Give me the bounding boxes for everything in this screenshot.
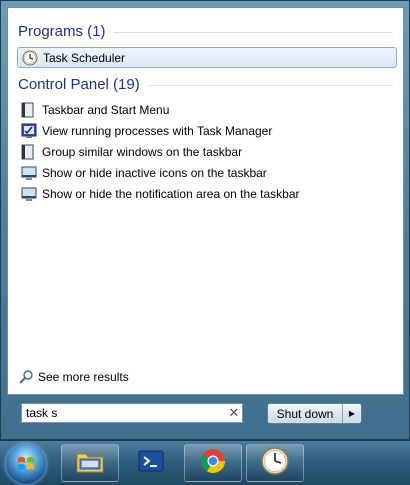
- taskbar-icon: [21, 144, 37, 160]
- magnifier-icon: [18, 369, 34, 385]
- result-label: Task Scheduler: [43, 50, 126, 65]
- taskbar: [0, 440, 410, 485]
- search-box: ✕: [21, 403, 243, 423]
- taskbar-powershell-button[interactable]: [122, 444, 180, 482]
- control-panel-header-label: Control Panel (19): [18, 76, 140, 93]
- monitor-icon: [21, 186, 37, 202]
- see-more-results-link[interactable]: See more results: [18, 369, 129, 385]
- result-label: Show or hide the notification area on th…: [42, 186, 300, 201]
- result-label: View running processes with Task Manager: [42, 123, 273, 138]
- control-panel-header: Control Panel (19): [18, 76, 393, 93]
- result-label: Taskbar and Start Menu: [42, 102, 170, 117]
- shutdown-label: Shut down: [276, 406, 334, 421]
- taskbar-explorer-button[interactable]: [61, 444, 119, 482]
- task-manager-icon: [21, 123, 37, 139]
- start-orb[interactable]: [6, 444, 46, 484]
- start-menu: Programs (1) Task Scheduler Control Pane…: [0, 0, 410, 440]
- clear-x-icon[interactable]: ✕: [226, 405, 242, 421]
- triangle-right-icon: ▶: [348, 409, 356, 418]
- see-more-label: See more results: [38, 370, 129, 384]
- search-input[interactable]: [22, 405, 226, 421]
- taskbar-task-scheduler-button[interactable]: [246, 444, 304, 482]
- programs-header: Programs (1): [18, 23, 393, 40]
- result-group-similar-windows[interactable]: Group similar windows on the taskbar: [17, 141, 397, 162]
- header-divider: [147, 85, 393, 86]
- taskbar-chrome-button[interactable]: [184, 444, 242, 482]
- result-taskbar-start-menu[interactable]: Taskbar and Start Menu: [17, 99, 397, 120]
- taskbar-icon: [21, 102, 37, 118]
- clock-icon: [260, 446, 290, 481]
- header-divider: [113, 32, 393, 33]
- shutdown-button-group: Shut down ▶: [267, 403, 362, 424]
- programs-header-label: Programs (1): [18, 23, 106, 40]
- powershell-icon: [137, 449, 165, 478]
- monitor-icon: [21, 165, 37, 181]
- shutdown-options-button[interactable]: ▶: [343, 404, 361, 423]
- search-results-panel: Programs (1) Task Scheduler Control Pane…: [7, 7, 404, 395]
- folder-icon: [75, 448, 105, 479]
- result-show-hide-notification-area[interactable]: Show or hide the notification area on th…: [17, 183, 397, 204]
- clock-icon: [22, 50, 38, 66]
- shutdown-button[interactable]: Shut down: [268, 404, 343, 423]
- result-label: Group similar windows on the taskbar: [42, 144, 243, 159]
- result-view-running-processes[interactable]: View running processes with Task Manager: [17, 120, 397, 141]
- result-label: Show or hide inactive icons on the taskb…: [42, 165, 267, 180]
- result-task-scheduler[interactable]: Task Scheduler: [17, 47, 397, 68]
- chrome-icon: [199, 447, 227, 480]
- windows-logo-icon: [17, 455, 35, 473]
- result-show-hide-inactive-icons[interactable]: Show or hide inactive icons on the taskb…: [17, 162, 397, 183]
